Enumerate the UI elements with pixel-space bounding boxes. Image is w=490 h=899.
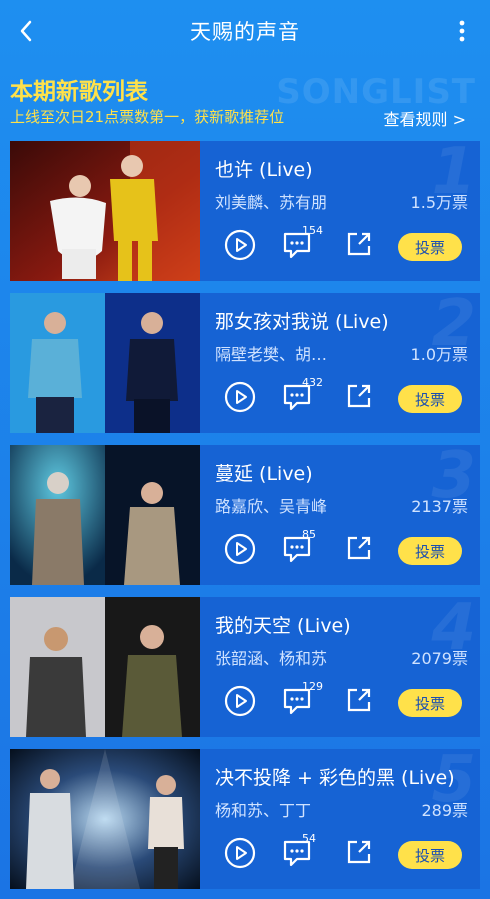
song-title: 也许 (Live) <box>215 159 313 181</box>
play-circle-icon <box>224 381 256 413</box>
song-cover-image[interactable] <box>10 445 200 585</box>
vote-count: 1.0万票 <box>410 345 468 364</box>
comment-count: 129 <box>302 680 323 693</box>
share-icon <box>347 232 371 256</box>
more-button[interactable] <box>452 17 472 45</box>
vote-button[interactable]: 投票 <box>398 537 462 565</box>
song-cover-image[interactable] <box>10 293 200 433</box>
comment-count: 85 <box>302 528 316 541</box>
play-button[interactable] <box>224 381 256 413</box>
play-button[interactable] <box>224 533 256 565</box>
vote-count: 2137票 <box>411 497 468 516</box>
song-card[interactable]: 1 也许 (Live) 刘美麟、苏有朋 1.5万票 154 投票 <box>10 141 480 281</box>
vote-button[interactable]: 投票 <box>398 233 462 261</box>
song-artists: 路嘉欣、吴青峰 <box>215 497 328 516</box>
vote-count: 2079票 <box>411 649 468 668</box>
share-icon <box>347 840 371 864</box>
vote-count: 289票 <box>421 801 468 820</box>
share-button[interactable] <box>344 533 374 563</box>
play-button[interactable] <box>224 229 256 261</box>
song-artists: 隔壁老樊、胡… <box>215 345 328 364</box>
share-icon <box>347 536 371 560</box>
share-button[interactable] <box>344 685 374 715</box>
comment-button[interactable]: 432 <box>280 376 323 413</box>
song-card[interactable]: 2 那女孩对我说 (Live) 隔壁老樊、胡… 1.0万票 432 投票 <box>10 293 480 433</box>
share-button[interactable] <box>344 837 374 867</box>
play-button[interactable] <box>224 685 256 717</box>
song-title: 我的天空 (Live) <box>215 615 351 637</box>
comment-button[interactable]: 154 <box>280 224 323 261</box>
comment-count: 54 <box>302 832 316 845</box>
comment-button[interactable]: 129 <box>280 680 323 717</box>
play-button[interactable] <box>224 837 256 869</box>
vote-count: 1.5万票 <box>410 193 468 212</box>
share-button[interactable] <box>344 229 374 259</box>
song-cover-image[interactable] <box>10 597 200 737</box>
top-bar: 天赐的声音 <box>0 0 490 62</box>
vote-button[interactable]: 投票 <box>398 841 462 869</box>
section-header: SONGLIST 本期新歌列表 上线至次日21点票数第一，获新歌推荐位 查看规则… <box>10 68 480 130</box>
song-artists: 张韶涵、杨和苏 <box>215 649 328 668</box>
view-rules-link[interactable]: 查看规则 > <box>384 106 467 130</box>
comment-count: 154 <box>302 224 323 237</box>
song-artists: 刘美麟、苏有朋 <box>215 193 328 212</box>
vote-button[interactable]: 投票 <box>398 689 462 717</box>
song-title: 决不投降 + 彩色的黑 (Live) <box>215 767 455 789</box>
play-circle-icon <box>224 837 256 869</box>
chevron-left-icon <box>20 20 32 42</box>
song-artists: 杨和苏、丁丁 <box>215 801 312 820</box>
play-circle-icon <box>224 685 256 717</box>
song-cover-image[interactable] <box>10 141 200 281</box>
vote-button[interactable]: 投票 <box>398 385 462 413</box>
more-vertical-icon <box>459 20 465 42</box>
comment-count: 432 <box>302 376 323 389</box>
song-card[interactable]: 3 蔓延 (Live) 路嘉欣、吴青峰 2137票 85 投票 <box>10 445 480 585</box>
song-title: 蔓延 (Live) <box>215 463 313 485</box>
comment-button[interactable]: 54 <box>280 832 316 869</box>
share-icon <box>347 688 371 712</box>
song-cover-image[interactable] <box>10 749 200 889</box>
song-title: 那女孩对我说 (Live) <box>215 311 389 333</box>
play-circle-icon <box>224 533 256 565</box>
share-button[interactable] <box>344 381 374 411</box>
song-card[interactable]: 5 决不投降 + 彩色的黑 (Live) 杨和苏、丁丁 289票 54 投票 <box>10 749 480 889</box>
section-subtitle: 上线至次日21点票数第一，获新歌推荐位 <box>10 108 285 126</box>
comment-button[interactable]: 85 <box>280 528 316 565</box>
back-button[interactable] <box>12 17 40 45</box>
section-title: 本期新歌列表 <box>10 79 148 105</box>
page-title: 天赐的声音 <box>190 20 300 44</box>
play-circle-icon <box>224 229 256 261</box>
song-card[interactable]: 4 我的天空 (Live) 张韶涵、杨和苏 2079票 129 投票 <box>10 597 480 737</box>
share-icon <box>347 384 371 408</box>
